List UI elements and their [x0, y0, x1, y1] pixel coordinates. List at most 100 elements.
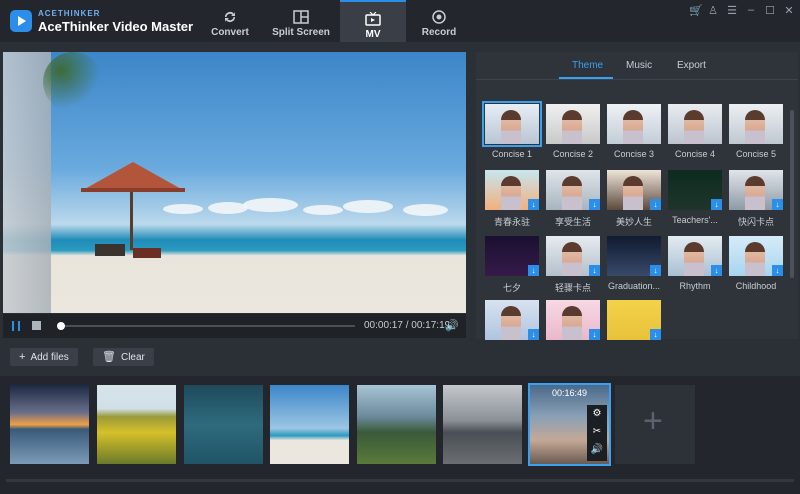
download-icon[interactable]: ↓ [772, 265, 783, 276]
theme-thumbnail: ↓ [668, 170, 722, 210]
theme-portrait [623, 176, 643, 210]
tab-theme[interactable]: Theme [572, 60, 603, 71]
theme-item[interactable]: ↓ [546, 300, 600, 340]
theme-thumbnail: ↓ [668, 236, 722, 276]
clip-thumbnail[interactable] [443, 385, 522, 464]
clip-thumbnail[interactable] [10, 385, 89, 464]
nav-tab-convert[interactable]: Convert [197, 0, 263, 42]
theme-portrait [684, 110, 704, 144]
theme-name: Concise 2 [552, 149, 594, 159]
theme-portrait [623, 110, 643, 144]
app-logo-icon [10, 10, 32, 32]
theme-item[interactable]: Concise 1 [482, 101, 542, 159]
download-icon[interactable]: ↓ [711, 265, 722, 276]
download-icon[interactable]: ↓ [650, 265, 661, 276]
theme-item[interactable]: ↓ Childhood [729, 236, 783, 291]
tv-icon [365, 12, 381, 26]
nav-tab-label: Record [421, 27, 457, 38]
theme-item[interactable]: ↓ Graduation... [607, 236, 661, 291]
theme-name: Concise 1 [491, 149, 533, 159]
tab-export[interactable]: Export [677, 60, 706, 71]
download-icon[interactable]: ↓ [589, 329, 600, 340]
theme-name: 快闪卡点 [737, 217, 774, 227]
download-icon[interactable]: ↓ [772, 199, 783, 210]
clip-thumbnail[interactable] [97, 385, 176, 464]
menu-icon[interactable]: ☰ [727, 4, 737, 17]
download-icon[interactable]: ↓ [711, 199, 722, 210]
clip-thumbnail[interactable] [357, 385, 436, 464]
close-icon[interactable]: ✕ [784, 4, 794, 17]
add-clip-slot[interactable]: + [615, 385, 695, 464]
file-toolbar: + Add files 🗑 Clear [0, 340, 800, 374]
theme-item[interactable]: ↓ Teachers'... [668, 170, 722, 225]
video-preview[interactable] [3, 52, 466, 313]
theme-item[interactable]: ↓ 快闪卡点 [729, 170, 783, 228]
time-readout: 00:00:17 / 00:17:19 [364, 320, 450, 331]
download-icon[interactable]: ↓ [650, 329, 661, 340]
theme-item[interactable]: ↓ 美妙人生 [607, 170, 661, 228]
theme-portrait [745, 176, 765, 210]
seek-handle[interactable] [57, 322, 65, 330]
theme-portrait [745, 242, 765, 276]
clip-thumbnail[interactable] [184, 385, 263, 464]
theme-portrait [501, 110, 521, 144]
theme-item[interactable]: Concise 5 [729, 104, 783, 159]
player-controls: 00:00:17 / 00:17:19 🔊 [3, 314, 466, 338]
download-icon[interactable]: ↓ [589, 265, 600, 276]
minimize-icon[interactable]: – [746, 4, 756, 17]
clip-thumbnail[interactable] [270, 385, 349, 464]
theme-thumbnail: ↓ [485, 300, 539, 340]
time-separator: / [405, 320, 409, 331]
download-icon[interactable]: ↓ [589, 199, 600, 210]
theme-thumbnail: ↓ [607, 236, 661, 276]
volume-icon[interactable]: 🔊 [445, 319, 459, 332]
cut-icon[interactable]: ✂ [587, 423, 607, 441]
pause-button[interactable] [12, 321, 20, 331]
download-icon[interactable]: ↓ [528, 265, 539, 276]
clear-button[interactable]: 🗑 Clear [93, 348, 154, 366]
theme-thumbnail: ↓ [546, 170, 600, 210]
seek-bar[interactable] [59, 325, 355, 327]
theme-item[interactable]: ↓ 七夕 [485, 236, 539, 294]
clear-label: Clear [120, 352, 145, 363]
theme-name: 美妙人生 [615, 217, 652, 227]
stop-button[interactable] [32, 321, 41, 330]
theme-item[interactable]: Concise 4 [668, 104, 722, 159]
add-files-button[interactable]: + Add files [10, 348, 78, 366]
theme-thumbnail: ↓ [485, 236, 539, 276]
maximize-icon[interactable]: ☐ [765, 4, 775, 17]
strip-scrollbar[interactable] [6, 479, 794, 482]
active-tab-indicator [559, 77, 613, 79]
umbrella-canopy [83, 162, 183, 190]
record-icon [432, 10, 446, 24]
theme-item[interactable]: Concise 2 [546, 104, 600, 159]
theme-item[interactable]: ↓ 轻骤卡点 [546, 236, 600, 294]
nav-tab-mv[interactable]: MV [340, 0, 406, 42]
theme-thumbnail: ↓ [607, 170, 661, 210]
current-time: 00:00:17 [364, 320, 403, 331]
theme-item[interactable]: ↓ 享受生活 [546, 170, 600, 228]
tab-music[interactable]: Music [626, 60, 652, 71]
nav-tab-record[interactable]: Record [406, 0, 472, 42]
nav-tab-split-screen[interactable]: Split Screen [268, 0, 334, 42]
download-icon[interactable]: ↓ [528, 329, 539, 340]
theme-scrollbar[interactable] [790, 110, 794, 278]
cart-icon[interactable]: 🛒 [689, 4, 703, 17]
download-icon[interactable]: ↓ [650, 199, 661, 210]
clip-volume-icon[interactable]: 🔊 [587, 441, 607, 459]
theme-item[interactable]: ↓ Rhythm [668, 236, 722, 291]
split-screen-icon [293, 10, 309, 24]
clip-thumbnail[interactable]: 00:16:49 ⚙ ✂ 🔊 [528, 383, 611, 466]
nav-tab-label: Split Screen [272, 27, 330, 38]
theme-item[interactable]: ↓ [607, 300, 661, 340]
theme-item[interactable]: ↓ [485, 300, 539, 340]
download-icon[interactable]: ↓ [528, 199, 539, 210]
clip-settings-icon[interactable]: ⚙ [587, 405, 607, 423]
theme-portrait [684, 242, 704, 276]
theme-thumbnail [729, 104, 783, 144]
user-icon[interactable]: ♙ [708, 4, 718, 17]
theme-item[interactable]: Concise 3 [607, 104, 661, 159]
theme-name: Concise 5 [735, 149, 777, 159]
theme-portrait [562, 306, 582, 340]
theme-item[interactable]: ↓ 青春永驻 [485, 170, 539, 228]
